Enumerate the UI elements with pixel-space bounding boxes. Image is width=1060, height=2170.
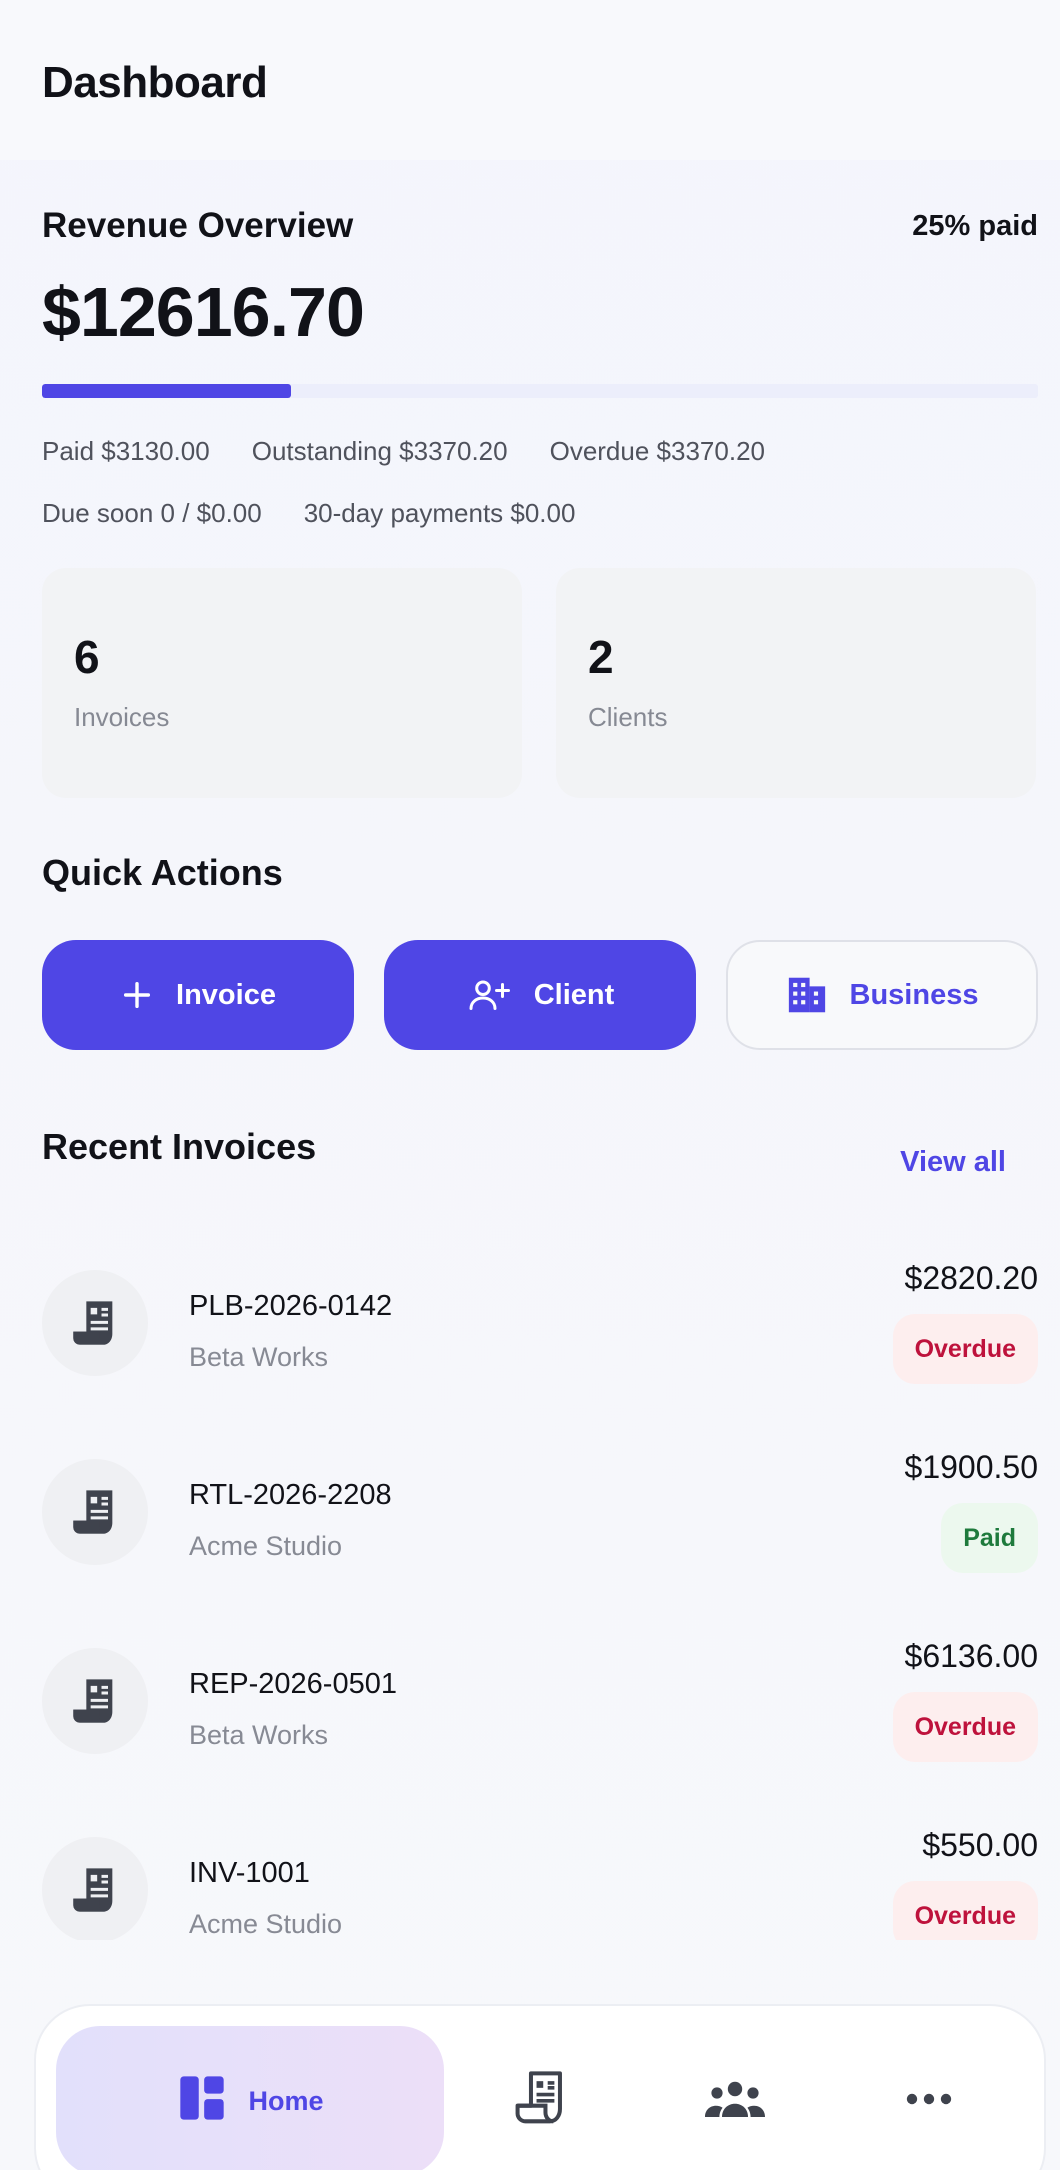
recent-invoices-list[interactable]: PLB-2026-0142 Beta Works $2820.20 Overdu… — [0, 1260, 1060, 1940]
invoice-number: PLB-2026-0142 — [189, 1290, 393, 1322]
dashboard-icon — [176, 2072, 228, 2131]
receipt-icon — [514, 2070, 568, 2133]
new-invoice-label: Invoice — [176, 978, 276, 1011]
invoice-number: INV-1001 — [189, 1857, 310, 1889]
new-client-label: Client — [533, 978, 615, 1011]
revenue-stats-row-1: Paid $3130.00 Outstanding $3370.20 Overd… — [42, 436, 765, 467]
invoice-client: Acme Studio — [189, 1909, 343, 1939]
recent-invoices-title: Recent Invoices — [42, 1126, 317, 1167]
paid-percent-label: 25% paid — [912, 210, 1038, 242]
stat-due-soon: Due soon 0 / $0.00 — [42, 498, 262, 528]
invoice-number: RTL-2026-2208 — [189, 1479, 392, 1511]
revenue-progress-fill — [42, 384, 291, 398]
stat-30-day-payments: 30-day payments $0.00 — [303, 498, 576, 528]
status-badge: Overdue — [892, 1881, 1038, 1940]
top-app-bar: Dashboard — [0, 0, 1060, 160]
receipt-icon — [42, 1270, 148, 1376]
invoice-row[interactable]: REP-2026-0501 Beta Works $6136.00 Overdu… — [42, 1638, 1038, 1778]
nav-home[interactable]: Home — [56, 2026, 444, 2170]
quick-actions-title: Quick Actions — [42, 852, 283, 893]
invoice-amount: $6136.00 — [904, 1638, 1038, 1674]
invoices-count-card[interactable]: 6 Invoices — [42, 568, 522, 798]
clients-count-card[interactable]: 2 Clients — [556, 568, 1036, 798]
more-icon — [905, 2092, 953, 2111]
receipt-icon — [42, 1648, 148, 1754]
new-client-button[interactable]: Client — [384, 940, 696, 1050]
invoice-client: Beta Works — [189, 1720, 329, 1750]
invoice-client: Acme Studio — [189, 1531, 343, 1561]
invoice-amount: $2820.20 — [904, 1260, 1038, 1296]
invoices-count-label: Invoices — [74, 702, 170, 732]
business-label: Business — [849, 978, 979, 1011]
revenue-stats-row-2: Due soon 0 / $0.00 30-day payments $0.00 — [42, 498, 575, 529]
invoice-amount: $550.00 — [922, 1827, 1038, 1863]
bottom-navigation-bar: Home — [34, 2004, 1046, 2170]
stat-overdue: Overdue $3370.20 — [549, 436, 765, 466]
nav-clients[interactable] — [660, 2026, 810, 2170]
invoice-client: Beta Works — [189, 1342, 329, 1372]
invoices-count: 6 — [74, 631, 100, 683]
clients-count: 2 — [588, 631, 614, 683]
receipt-icon — [42, 1459, 148, 1565]
nav-more[interactable] — [854, 2026, 1004, 2170]
invoice-row[interactable]: RTL-2026-2208 Acme Studio $1900.50 Paid — [42, 1449, 1038, 1589]
invoice-row[interactable]: PLB-2026-0142 Beta Works $2820.20 Overdu… — [42, 1260, 1038, 1400]
invoice-amount: $1900.50 — [904, 1449, 1038, 1485]
revenue-total: $12616.70 — [42, 273, 365, 351]
nav-invoices[interactable] — [466, 2026, 616, 2170]
business-button[interactable]: Business — [726, 940, 1038, 1050]
plus-icon — [120, 978, 154, 1012]
invoice-number: REP-2026-0501 — [189, 1668, 397, 1700]
add-person-icon — [466, 977, 512, 1013]
revenue-progress-bar — [42, 384, 1038, 398]
stat-outstanding: Outstanding $3370.20 — [251, 436, 508, 466]
status-badge: Paid — [941, 1503, 1038, 1573]
view-all-link[interactable]: View all — [900, 1146, 1006, 1179]
new-invoice-button[interactable]: Invoice — [42, 940, 354, 1050]
building-icon — [786, 976, 828, 1014]
group-icon — [703, 2078, 767, 2125]
clients-count-label: Clients — [588, 702, 668, 732]
status-badge: Overdue — [892, 1692, 1038, 1762]
invoice-row[interactable]: INV-1001 Acme Studio $550.00 Overdue — [42, 1827, 1038, 1940]
revenue-overview-title: Revenue Overview — [42, 206, 354, 245]
receipt-icon — [42, 1837, 148, 1940]
stat-paid: Paid $3130.00 — [42, 436, 210, 466]
page-title: Dashboard — [42, 58, 268, 107]
status-badge: Overdue — [892, 1314, 1038, 1384]
nav-home-label: Home — [248, 2085, 324, 2116]
